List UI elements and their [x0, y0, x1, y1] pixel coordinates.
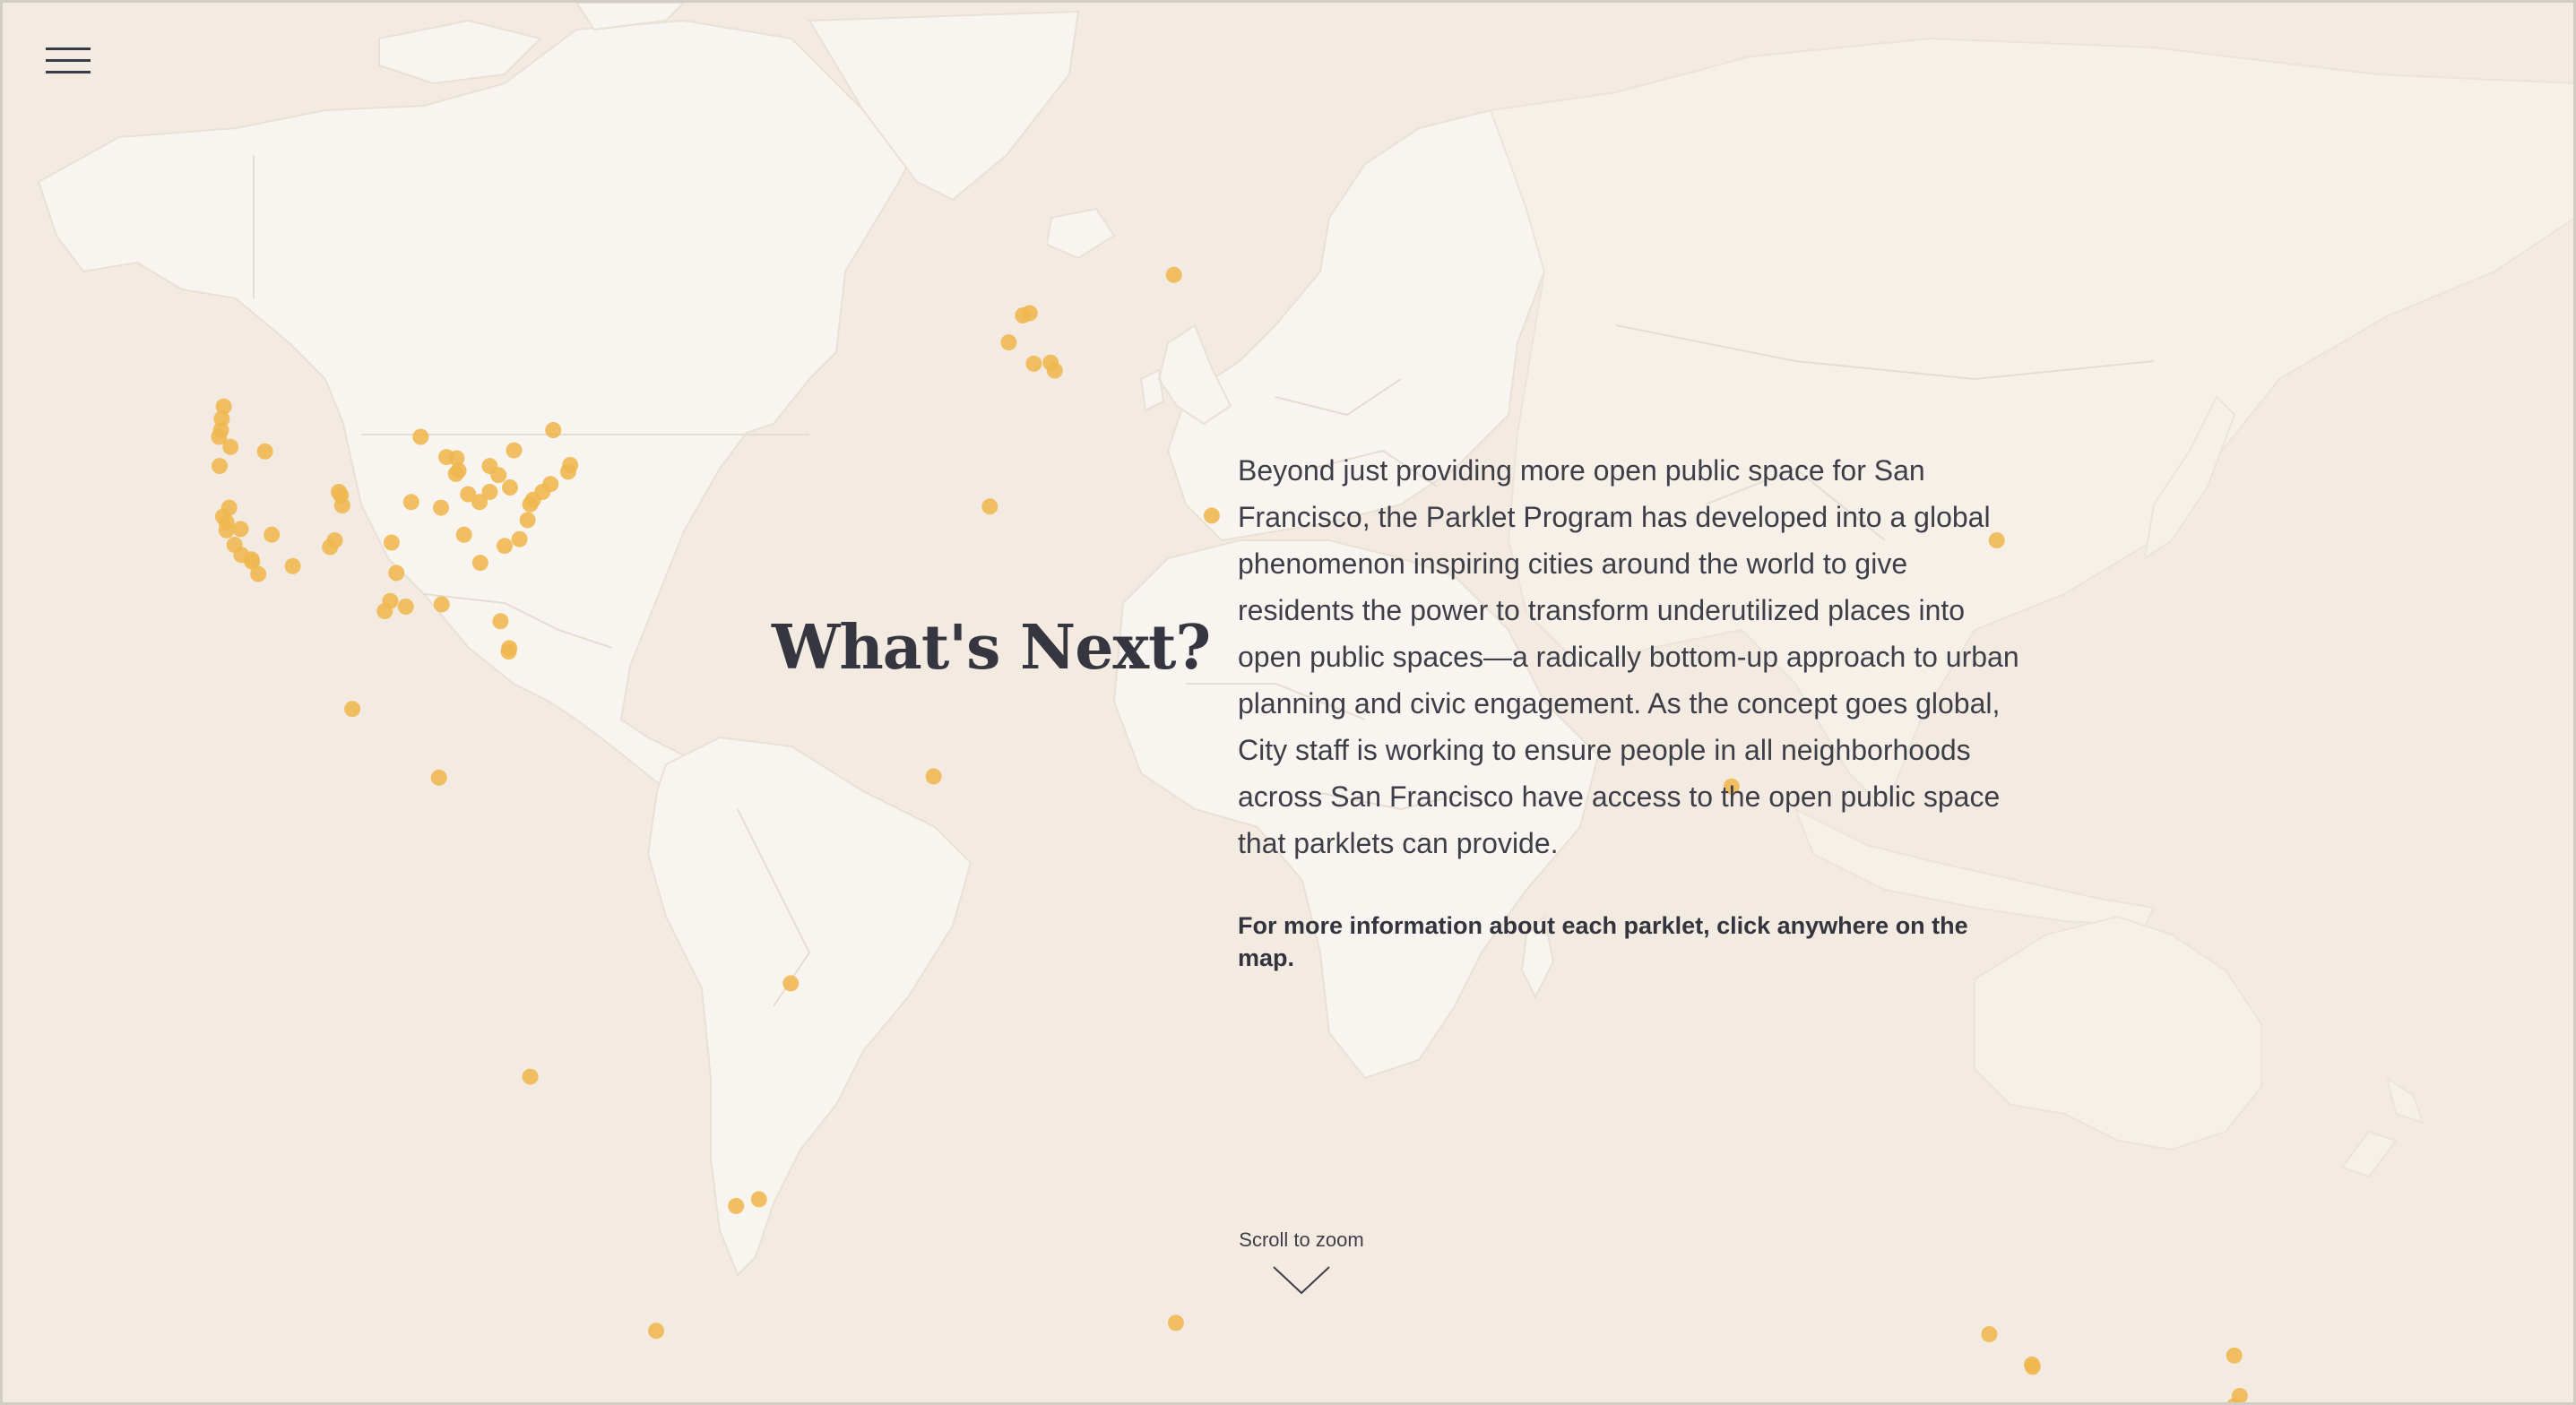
parklet-marker[interactable]	[648, 1323, 665, 1340]
parklet-marker[interactable]	[212, 458, 229, 475]
parklet-marker[interactable]	[447, 465, 464, 482]
parklet-marker[interactable]	[750, 1191, 767, 1208]
parklet-marker[interactable]	[1025, 355, 1042, 372]
menu-bar-middle	[46, 59, 91, 62]
parklet-marker[interactable]	[232, 521, 249, 538]
parklet-marker[interactable]	[562, 456, 579, 473]
parklet-marker[interactable]	[430, 769, 447, 786]
parklet-marker[interactable]	[522, 1068, 539, 1085]
parklet-marker[interactable]	[481, 484, 498, 500]
new-zealand-landmass	[2340, 1075, 2425, 1178]
parklet-marker[interactable]	[1167, 1314, 1184, 1332]
parklet-marker[interactable]	[1165, 266, 1182, 283]
parklet-marker[interactable]	[1046, 362, 1063, 379]
parklet-marker[interactable]	[490, 467, 507, 484]
parklet-marker[interactable]	[333, 497, 350, 514]
british-isles-landmass	[1139, 323, 1232, 426]
parklet-marker[interactable]	[1203, 507, 1220, 524]
parklet-marker[interactable]	[542, 476, 559, 493]
parklet-marker[interactable]	[402, 494, 419, 511]
parklet-marker[interactable]	[448, 450, 465, 467]
map-instruction: For more information about each parklet,…	[1238, 912, 1968, 971]
intro-paragraph: Beyond just providing more open public s…	[1238, 454, 2019, 859]
hamburger-menu-button[interactable]	[46, 44, 92, 80]
parklet-marker[interactable]	[492, 613, 509, 630]
section-title: What's Next?	[772, 612, 1211, 684]
parklet-marker[interactable]	[925, 768, 942, 785]
parklet-marker[interactable]	[412, 428, 429, 445]
chevron-down-icon[interactable]	[1272, 1264, 1331, 1297]
parklet-marker[interactable]	[2226, 1347, 2243, 1364]
parklet-marker[interactable]	[502, 479, 518, 496]
parklet-marker[interactable]	[256, 443, 273, 460]
parklet-marker[interactable]	[388, 565, 405, 582]
parklet-marker[interactable]	[2231, 1388, 2248, 1404]
parklet-marker[interactable]	[222, 438, 239, 455]
parklet-marker[interactable]	[981, 498, 998, 515]
parklet-marker[interactable]	[1015, 307, 1032, 323]
parklet-marker[interactable]	[218, 521, 235, 539]
south-america-landmass	[646, 736, 972, 1277]
parklet-marker[interactable]	[326, 532, 343, 548]
parklet-marker[interactable]	[455, 526, 472, 543]
parklet-marker[interactable]	[1000, 334, 1017, 351]
parklet-marker[interactable]	[284, 557, 301, 574]
iceland-landmass	[1045, 207, 1116, 260]
parklet-marker[interactable]	[497, 538, 513, 555]
page-frame: What's Next? Beyond just providing more …	[0, 0, 2576, 1405]
parklet-marker[interactable]	[344, 701, 361, 718]
parklet-marker[interactable]	[506, 442, 523, 459]
parklet-marker[interactable]	[1981, 1326, 1998, 1342]
parklet-marker[interactable]	[519, 512, 536, 529]
parklet-marker[interactable]	[250, 565, 267, 582]
parklet-marker[interactable]	[331, 484, 347, 500]
parklet-marker[interactable]	[433, 596, 450, 613]
menu-bar-top	[46, 47, 91, 50]
parklet-marker[interactable]	[471, 555, 488, 572]
parklet-marker[interactable]	[545, 422, 562, 438]
parklet-marker[interactable]	[500, 643, 517, 660]
parklet-marker[interactable]	[511, 530, 528, 547]
parklet-marker[interactable]	[383, 534, 400, 551]
scroll-to-zoom-hint[interactable]: Scroll to zoom	[1238, 1228, 1365, 1297]
parklet-marker[interactable]	[433, 499, 449, 516]
parklet-marker[interactable]	[782, 975, 800, 992]
parklet-marker[interactable]	[376, 603, 393, 619]
scroll-hint-label: Scroll to zoom	[1239, 1228, 1364, 1251]
parklet-marker[interactable]	[264, 526, 281, 543]
parklet-marker[interactable]	[728, 1197, 745, 1214]
parklet-marker[interactable]	[397, 599, 414, 615]
parklet-marker[interactable]	[2024, 1356, 2040, 1373]
menu-bar-bottom	[46, 71, 91, 73]
